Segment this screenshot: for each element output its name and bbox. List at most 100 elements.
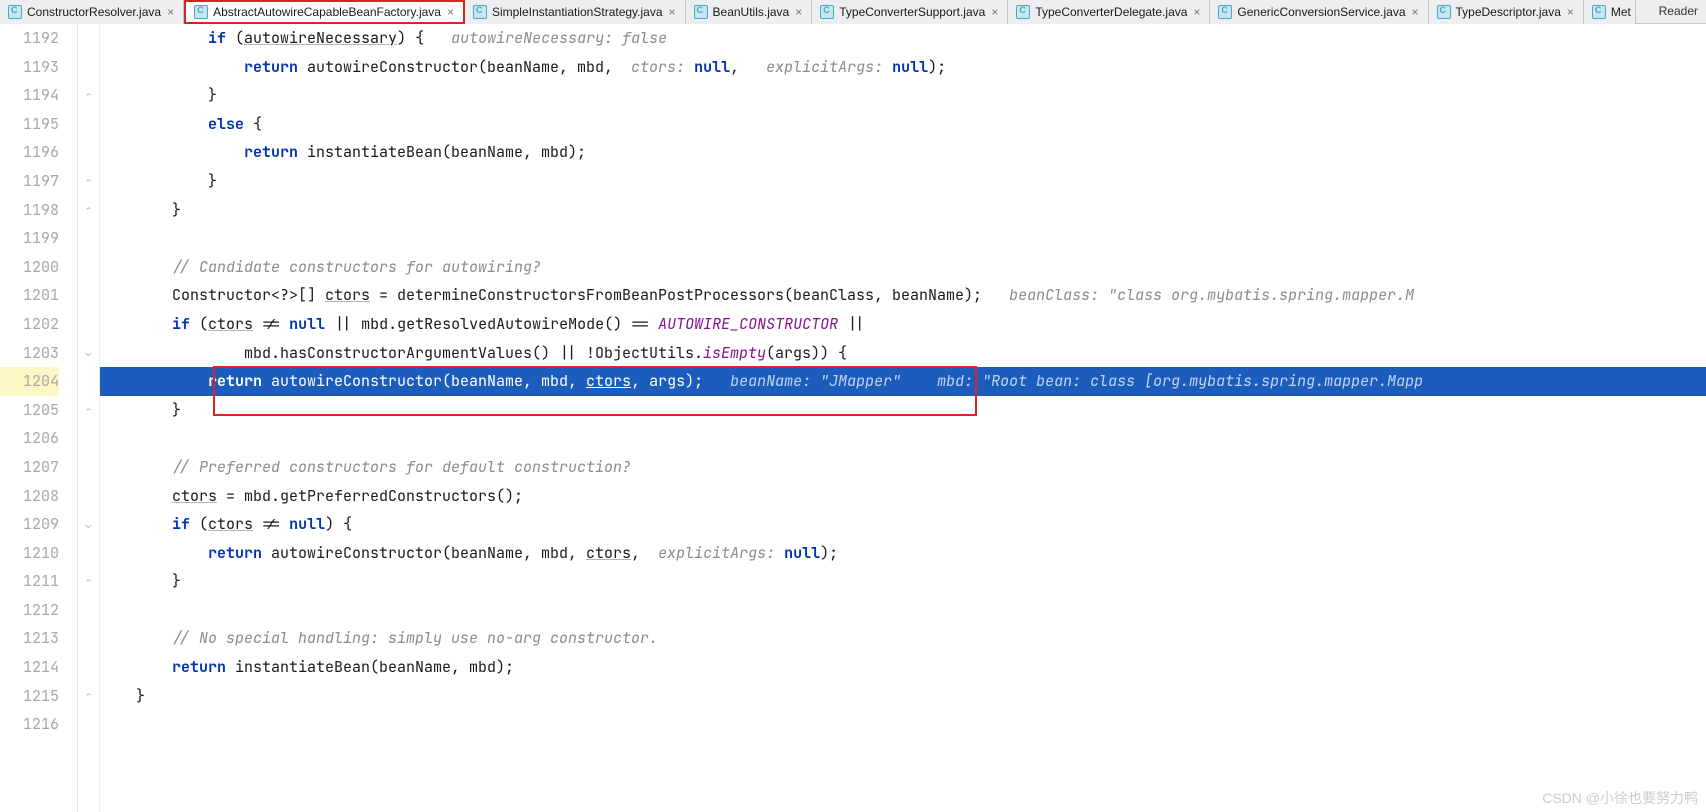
- tab-bean-utils[interactable]: BeanUtils.java ×: [686, 0, 813, 24]
- tab-constructor-resolver[interactable]: ConstructorResolver.java ×: [0, 0, 184, 24]
- line-number: 1204: [0, 367, 59, 396]
- code-line: }: [100, 81, 1706, 110]
- class-icon: [194, 5, 208, 19]
- line-number: 1197: [0, 167, 59, 196]
- code-area[interactable]: if (autowireNecessary) { autowireNecessa…: [100, 24, 1706, 812]
- code-line: return instantiateBean(beanName, mbd);: [100, 138, 1706, 167]
- class-icon: [1016, 5, 1030, 19]
- code-line: return autowireConstructor(beanName, mbd…: [100, 53, 1706, 82]
- close-icon[interactable]: ×: [447, 5, 459, 19]
- class-icon: [1218, 5, 1232, 19]
- fold-icon[interactable]: ⌄: [78, 339, 99, 368]
- tab-label: TypeConverterSupport.java: [839, 5, 985, 19]
- line-number: 1200: [0, 253, 59, 282]
- class-icon: [8, 5, 22, 19]
- code-line: if (autowireNecessary) { autowireNecessa…: [100, 24, 1706, 53]
- line-number: 1196: [0, 138, 59, 167]
- class-icon: [473, 5, 487, 19]
- close-icon[interactable]: ×: [1412, 5, 1424, 19]
- code-line: mbd.hasConstructorArgumentValues() || !O…: [100, 339, 1706, 368]
- line-number: 1192: [0, 24, 59, 53]
- editor-tabs: ConstructorResolver.java × AbstractAutowi…: [0, 0, 1706, 24]
- line-number: 1206: [0, 424, 59, 453]
- fold-icon[interactable]: ⌃: [78, 567, 99, 596]
- code-line: if (ctors != null || mbd.getResolvedAuto…: [100, 310, 1706, 339]
- line-number: 1198: [0, 196, 59, 225]
- fold-icon[interactable]: ⌃: [78, 196, 99, 225]
- code-line: // Preferred constructors for default co…: [100, 453, 1706, 482]
- code-line: ctors = mbd.getPreferredConstructors();: [100, 482, 1706, 511]
- tab-label: AbstractAutowireCapableBeanFactory.java: [213, 5, 441, 19]
- class-icon: [820, 5, 834, 19]
- code-line: }: [100, 396, 1706, 425]
- close-icon[interactable]: ×: [1567, 5, 1579, 19]
- fold-icon[interactable]: ⌃: [78, 682, 99, 711]
- close-icon[interactable]: ×: [795, 5, 807, 19]
- line-number: 1202: [0, 310, 59, 339]
- code-line: // Candidate constructors for autowiring…: [100, 253, 1706, 282]
- code-line: // No special handling: simply use no-ar…: [100, 624, 1706, 653]
- tab-abstract-autowire[interactable]: AbstractAutowireCapableBeanFactory.java ×: [184, 0, 465, 24]
- line-number: 1195: [0, 110, 59, 139]
- line-number: 1193: [0, 53, 59, 82]
- code-line: else {: [100, 110, 1706, 139]
- line-number: 1212: [0, 596, 59, 625]
- code-line: Constructor<?>[] ctors = determineConstr…: [100, 281, 1706, 310]
- code-line: return instantiateBean(beanName, mbd);: [100, 653, 1706, 682]
- line-number: 1208: [0, 482, 59, 511]
- code-line: if (ctors != null) {: [100, 510, 1706, 539]
- close-icon[interactable]: ×: [1193, 5, 1205, 19]
- tab-label: SimpleInstantiationStrategy.java: [492, 5, 663, 19]
- code-line: }: [100, 196, 1706, 225]
- line-number-gutter: 1192 1193 1194 1195 1196 1197 1198 1199 …: [0, 24, 78, 812]
- line-number: 1214: [0, 653, 59, 682]
- code-line: [100, 710, 1706, 739]
- fold-icon[interactable]: ⌃: [78, 167, 99, 196]
- fold-icon[interactable]: ⌄: [78, 510, 99, 539]
- line-number: 1207: [0, 453, 59, 482]
- tab-type-descriptor[interactable]: TypeDescriptor.java ×: [1429, 0, 1584, 24]
- close-icon[interactable]: ×: [167, 5, 179, 19]
- code-line: return autowireConstructor(beanName, mbd…: [100, 539, 1706, 568]
- code-line: }: [100, 167, 1706, 196]
- tab-label: TypeConverterDelegate.java: [1035, 5, 1187, 19]
- close-icon[interactable]: ×: [991, 5, 1003, 19]
- close-icon[interactable]: ×: [669, 5, 681, 19]
- line-number: 1213: [0, 624, 59, 653]
- line-number: 1209: [0, 510, 59, 539]
- code-line: [100, 424, 1706, 453]
- line-number: 1194: [0, 81, 59, 110]
- line-number: 1210: [0, 539, 59, 568]
- code-line-current: return autowireConstructor(beanName, mbd…: [100, 367, 1706, 396]
- tab-label: TypeDescriptor.java: [1456, 5, 1561, 19]
- class-icon: [1437, 5, 1451, 19]
- tab-generic-conversion[interactable]: GenericConversionService.java ×: [1210, 0, 1428, 24]
- line-number: 1199: [0, 224, 59, 253]
- tab-label: Met: [1611, 5, 1631, 19]
- code-line: [100, 596, 1706, 625]
- tab-met[interactable]: Met: [1584, 0, 1636, 24]
- line-number: 1203: [0, 339, 59, 368]
- line-number: 1211: [0, 567, 59, 596]
- code-line: [100, 224, 1706, 253]
- tab-label: ConstructorResolver.java: [27, 5, 161, 19]
- fold-column: ⌃⌃⌃⌄⌃⌄⌃⌃: [78, 24, 100, 812]
- tab-label: BeanUtils.java: [713, 5, 790, 19]
- code-line: }: [100, 567, 1706, 596]
- line-number: 1205: [0, 396, 59, 425]
- class-icon: [694, 5, 708, 19]
- class-icon: [1592, 5, 1606, 19]
- tab-simple-instantiation[interactable]: SimpleInstantiationStrategy.java ×: [465, 0, 686, 24]
- tab-label: GenericConversionService.java: [1237, 5, 1405, 19]
- line-number: 1201: [0, 281, 59, 310]
- reader-mode-label[interactable]: Reader: [1651, 0, 1706, 23]
- line-number: 1215: [0, 682, 59, 711]
- watermark: CSDN @小徐也要努力鸭: [1542, 788, 1698, 808]
- fold-icon[interactable]: ⌃: [78, 396, 99, 425]
- tab-type-converter-delegate[interactable]: TypeConverterDelegate.java ×: [1008, 0, 1210, 24]
- fold-icon[interactable]: ⌃: [78, 81, 99, 110]
- line-number: 1216: [0, 710, 59, 739]
- code-line: }: [100, 682, 1706, 711]
- code-editor[interactable]: 1192 1193 1194 1195 1196 1197 1198 1199 …: [0, 24, 1706, 812]
- tab-type-converter-support[interactable]: TypeConverterSupport.java ×: [812, 0, 1008, 24]
